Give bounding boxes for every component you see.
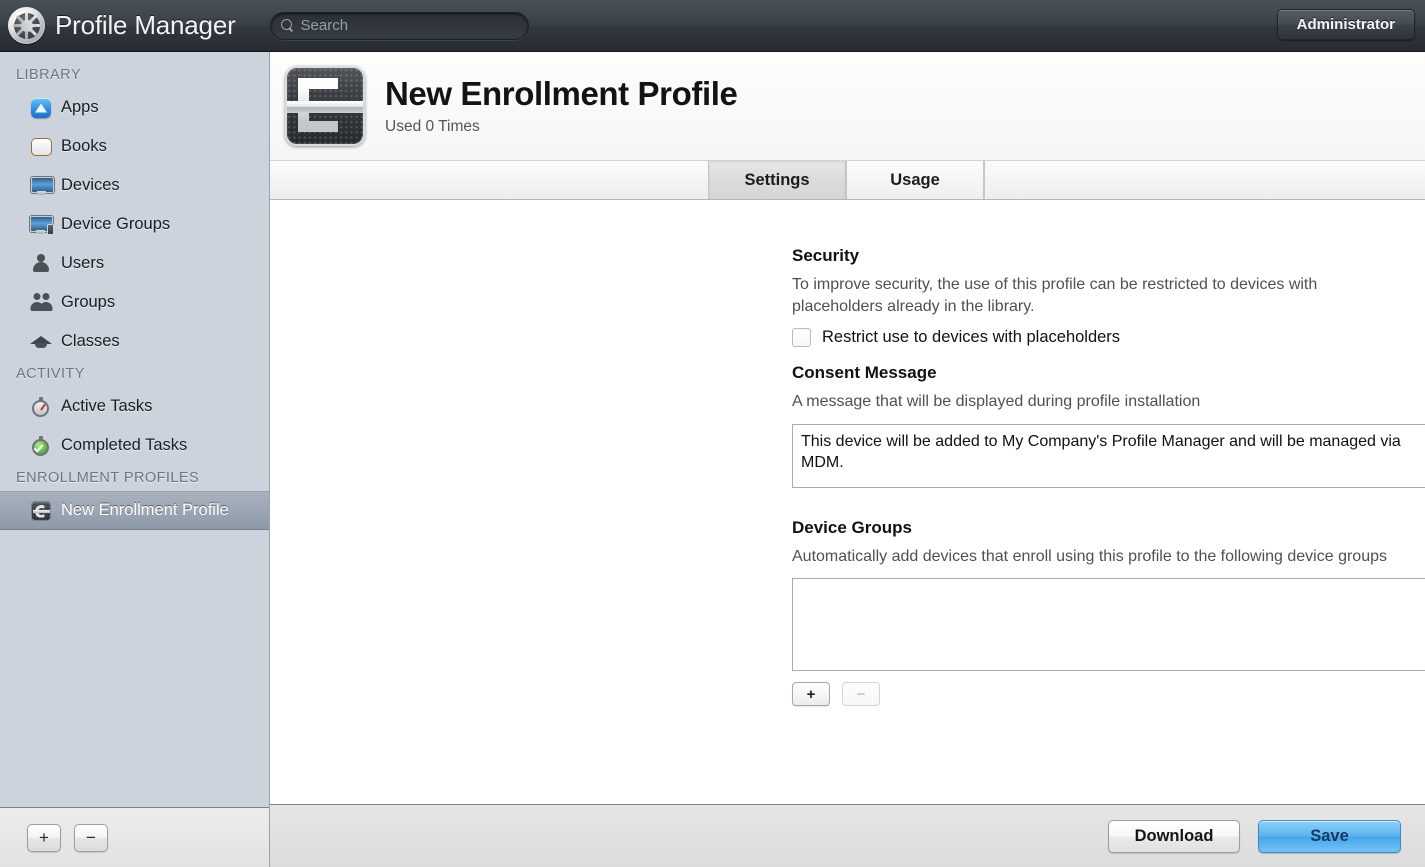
sidebar-section-enrollment-profiles: ENROLLMENT PROFILES xyxy=(16,470,200,486)
search-placeholder: Search xyxy=(300,17,349,34)
security-heading: Security xyxy=(792,246,860,265)
window-body: LIBRARY Apps Books Devices Device Groups xyxy=(0,52,1425,867)
consent-message-heading: Consent Message xyxy=(792,363,937,383)
page-title: New Enrollment Profile xyxy=(385,74,738,112)
main-panel: New Enrollment Profile Used 0 Times Sett… xyxy=(270,52,1425,867)
sidebar-item-label: Classes xyxy=(61,332,120,350)
detail-header: New Enrollment Profile Used 0 Times xyxy=(270,52,1425,160)
sidebar-item-books[interactable]: Books xyxy=(0,127,269,166)
device-groups-description: Automatically add devices that enroll us… xyxy=(792,547,1387,565)
sidebar-item-label: Apps xyxy=(61,98,99,116)
sidebar-item-label: Device Groups xyxy=(61,215,171,233)
consent-message-textarea[interactable]: This device will be added to My Company'… xyxy=(792,423,1425,488)
stopwatch-check-icon xyxy=(30,435,52,457)
sidebar-item-devices[interactable]: Devices xyxy=(0,166,269,205)
sidebar-add-button[interactable]: + xyxy=(27,823,61,852)
top-toolbar: Profile Manager Search Administrator xyxy=(0,0,1425,52)
sidebar-item-completed-tasks[interactable]: Completed Tasks xyxy=(0,426,269,465)
users-group-icon xyxy=(30,292,52,314)
profile-manager-window: Profile Manager Search Administrator LIB… xyxy=(0,0,1425,867)
restrict-use-label: Restrict use to devices with placeholder… xyxy=(822,328,1121,347)
sidebar-footer: + − xyxy=(0,807,269,867)
consent-message-section: Consent Message A message that will be d… xyxy=(792,363,1425,488)
sidebar-item-label: Devices xyxy=(61,176,120,194)
gear-logo-icon xyxy=(8,7,45,44)
display-icon xyxy=(30,175,54,197)
search-icon xyxy=(280,19,294,32)
save-button[interactable]: Save xyxy=(1258,819,1401,853)
security-description: To improve security, the use of this pro… xyxy=(792,276,1318,315)
sidebar-item-label: Users xyxy=(61,254,105,272)
tab-settings[interactable]: Settings xyxy=(708,161,846,199)
sidebar-remove-button[interactable]: − xyxy=(74,823,108,852)
restrict-use-checkbox[interactable] xyxy=(792,328,811,348)
download-button[interactable]: Download xyxy=(1108,819,1240,853)
security-section: Security To improve security, the use of… xyxy=(792,246,1425,348)
sidebar-item-label: Books xyxy=(61,137,107,155)
sidebar-item-groups[interactable]: Groups xyxy=(0,283,269,322)
apps-icon xyxy=(30,97,52,119)
bottom-toolbar: Download Save xyxy=(270,804,1425,867)
sidebar-item-new-enrollment-profile[interactable]: New Enrollment Profile xyxy=(0,491,269,530)
stopwatch-icon xyxy=(30,396,52,418)
graduation-cap-icon xyxy=(30,331,52,353)
display-group-icon xyxy=(30,214,54,236)
device-groups-heading: Device Groups xyxy=(792,517,912,537)
user-icon xyxy=(30,253,52,275)
enrollment-profile-icon xyxy=(285,66,365,146)
sidebar-item-apps[interactable]: Apps xyxy=(0,88,269,127)
sidebar-item-active-tasks[interactable]: Active Tasks xyxy=(0,387,269,426)
tab-bar-filler xyxy=(984,161,1425,199)
sidebar-item-label: Completed Tasks xyxy=(61,436,188,454)
sidebar-section-activity: ACTIVITY xyxy=(16,366,85,382)
restrict-use-row[interactable]: Restrict use to devices with placeholder… xyxy=(792,328,1425,348)
sidebar-item-label: Groups xyxy=(61,293,116,311)
sidebar-item-device-groups[interactable]: Device Groups xyxy=(0,205,269,244)
book-icon xyxy=(30,136,52,158)
sidebar: LIBRARY Apps Books Devices Device Groups xyxy=(0,52,270,867)
device-groups-remove-button: − xyxy=(842,682,880,707)
app-title: Profile Manager xyxy=(55,10,236,40)
device-groups-add-button[interactable]: + xyxy=(792,682,830,707)
profile-icon xyxy=(30,500,52,522)
sidebar-section-library: LIBRARY xyxy=(16,67,81,83)
sidebar-item-users[interactable]: Users xyxy=(0,244,269,283)
usage-count-label: Used 0 Times xyxy=(385,118,480,136)
sidebar-list: LIBRARY Apps Books Devices Device Groups xyxy=(0,52,269,807)
device-groups-buttons: + − xyxy=(792,682,1425,707)
sidebar-item-label: Active Tasks xyxy=(61,397,153,415)
tab-usage[interactable]: Usage xyxy=(846,161,984,199)
device-groups-section: Device Groups Automatically add devices … xyxy=(792,518,1425,707)
consent-message-description: A message that will be displayed during … xyxy=(792,393,1201,411)
search-input[interactable]: Search xyxy=(269,11,529,40)
sidebar-item-label: New Enrollment Profile xyxy=(61,501,229,519)
account-button[interactable]: Administrator xyxy=(1276,9,1415,40)
settings-form: Security To improve security, the use of… xyxy=(270,200,1425,804)
device-groups-list[interactable] xyxy=(792,578,1425,672)
sidebar-item-classes[interactable]: Classes xyxy=(0,322,269,361)
tab-bar: Settings Usage xyxy=(270,160,1425,200)
